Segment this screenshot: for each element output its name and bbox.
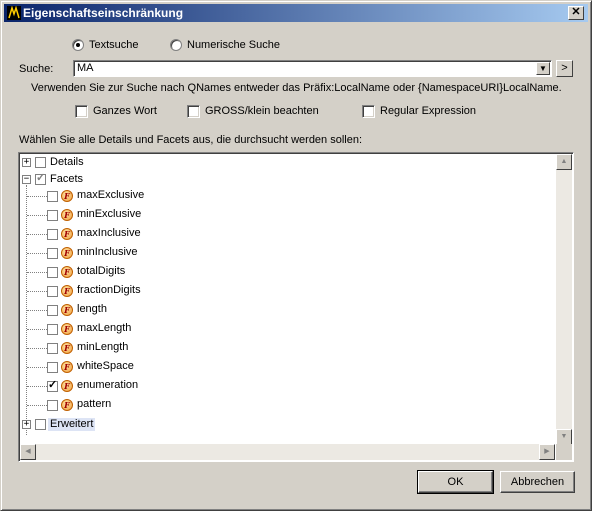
tree-item-details[interactable]: Details	[50, 156, 84, 169]
facet-checkbox[interactable]	[47, 343, 58, 354]
dialog-window: Eigenschaftseinschränkung ✕ Textsuche Nu…	[0, 0, 592, 511]
whole-word-checkbox[interactable]	[75, 105, 88, 118]
facet-icon: F	[61, 247, 73, 259]
facet-checkbox[interactable]	[47, 362, 58, 373]
facet-checkbox[interactable]	[47, 229, 58, 240]
facet-item-label[interactable]: maxLength	[77, 322, 131, 335]
ok-button[interactable]: OK	[417, 470, 494, 494]
facet-checkbox[interactable]	[47, 267, 58, 278]
details-checkbox[interactable]	[35, 157, 46, 168]
facet-item-label[interactable]: maxExclusive	[77, 189, 144, 202]
facet-checkbox[interactable]	[47, 210, 58, 221]
search-next-button[interactable]: >	[556, 60, 573, 77]
expand-plus-icon[interactable]: +	[22, 420, 31, 429]
facet-checkbox[interactable]	[47, 191, 58, 202]
tree-connector	[27, 348, 47, 349]
tree-connector	[27, 405, 47, 406]
facet-item-label[interactable]: totalDigits	[77, 265, 125, 278]
facet-item-label[interactable]: minInclusive	[77, 246, 138, 259]
tree-connector	[27, 234, 47, 235]
extended-checkbox[interactable]	[35, 419, 46, 430]
facet-icon: F	[61, 342, 73, 354]
case-sensitive-label[interactable]: GROSS/klein beachten	[205, 105, 319, 118]
facet-icon: F	[61, 361, 73, 373]
tree-item-facets[interactable]: Facets	[50, 173, 83, 186]
facet-icon: F	[61, 266, 73, 278]
facet-icon: F	[61, 304, 73, 316]
facet-item-label[interactable]: minExclusive	[77, 208, 141, 221]
numeric-search-radio[interactable]	[170, 39, 182, 51]
search-combobox[interactable]: MA ▼	[73, 60, 552, 77]
close-button[interactable]: ✕	[568, 6, 584, 20]
facet-item-label[interactable]: fractionDigits	[77, 284, 141, 297]
facet-icon: F	[61, 380, 73, 392]
scroll-right-icon[interactable]: ▶	[539, 444, 555, 460]
tree-item-extended[interactable]: Erweitert	[48, 418, 96, 431]
scroll-left-icon[interactable]: ◀	[20, 444, 36, 460]
horizontal-scrollbar[interactable]: ◀ ▶	[20, 444, 555, 460]
facet-checkbox[interactable]	[47, 305, 58, 316]
facet-checkbox[interactable]	[47, 324, 58, 335]
numeric-search-label[interactable]: Numerische Suche	[187, 39, 280, 52]
whole-word-label[interactable]: Ganzes Wort	[93, 105, 157, 118]
dropdown-arrow-icon[interactable]: ▼	[536, 62, 550, 75]
facets-tree[interactable]: + Details − ✓ Facets FmaxExclusive FminEx…	[18, 152, 574, 462]
expand-plus-icon[interactable]: +	[22, 158, 31, 167]
tree-connector	[27, 367, 47, 368]
facet-checkbox[interactable]	[47, 286, 58, 297]
window-title: Eigenschaftseinschränkung	[23, 6, 184, 20]
search-input[interactable]: MA	[77, 62, 94, 75]
facet-item-label[interactable]: pattern	[77, 398, 111, 411]
case-sensitive-checkbox[interactable]	[187, 105, 200, 118]
facet-checkbox[interactable]	[47, 248, 58, 259]
tree-heading: Wählen Sie alle Details und Facets aus, …	[19, 134, 363, 146]
vertical-scrollbar[interactable]: ▲ ▼	[556, 154, 572, 445]
facet-item-label[interactable]: length	[77, 303, 107, 316]
regex-checkbox[interactable]	[362, 105, 375, 118]
facet-icon: F	[61, 323, 73, 335]
tree-connector	[27, 386, 47, 387]
text-search-radio[interactable]	[72, 39, 84, 51]
checkmark-icon: ✓	[48, 379, 58, 391]
facet-checkbox[interactable]: ✓	[47, 379, 58, 392]
app-icon	[7, 6, 21, 20]
facet-item-label[interactable]: minLength	[77, 341, 128, 354]
search-label: Suche:	[19, 63, 54, 75]
facet-icon: F	[61, 190, 73, 202]
collapse-minus-icon[interactable]: −	[22, 175, 31, 184]
facet-item-label[interactable]: whiteSpace	[77, 360, 134, 373]
checkmark-icon: ✓	[36, 172, 46, 184]
tree-connector	[27, 196, 47, 197]
facet-icon: F	[61, 209, 73, 221]
scrollbar-corner	[556, 444, 572, 460]
regex-label[interactable]: Regular Expression	[380, 105, 476, 118]
tree-connector	[27, 272, 47, 273]
text-search-label[interactable]: Textsuche	[89, 39, 139, 52]
search-hint: Verwenden Sie zur Suche nach QNames entw…	[31, 82, 562, 94]
facet-icon: F	[61, 399, 73, 411]
facet-checkbox[interactable]	[47, 400, 58, 411]
facet-item-label[interactable]: maxInclusive	[77, 227, 141, 240]
scroll-up-icon[interactable]: ▲	[556, 154, 572, 170]
title-bar[interactable]: Eigenschaftseinschränkung ✕	[4, 4, 588, 22]
tree-connector	[27, 310, 47, 311]
facet-icon: F	[61, 285, 73, 297]
facets-checkbox[interactable]: ✓	[35, 172, 46, 185]
tree-connector	[27, 215, 47, 216]
tree-connector	[27, 329, 47, 330]
tree-connector	[27, 253, 47, 254]
facet-item-label[interactable]: enumeration	[77, 379, 138, 392]
cancel-button[interactable]: Abbrechen	[500, 471, 575, 493]
tree-connector	[27, 291, 47, 292]
scroll-down-icon[interactable]: ▼	[556, 429, 572, 445]
facet-icon: F	[61, 228, 73, 240]
